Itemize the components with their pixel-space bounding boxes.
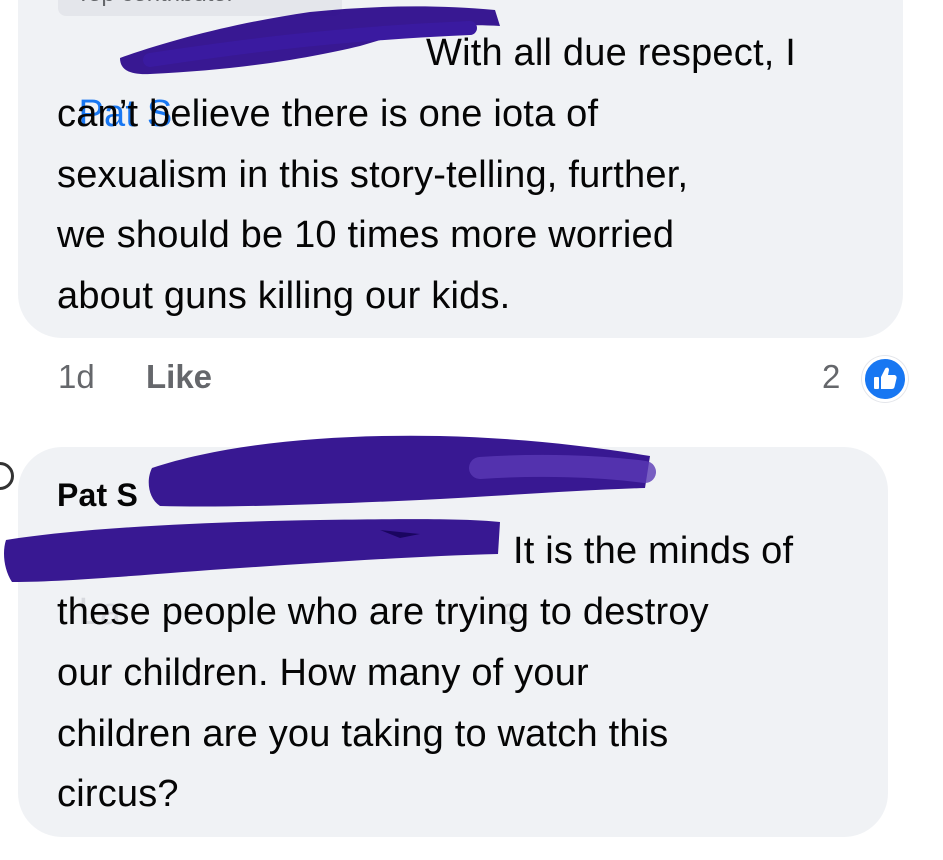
- comment-line: about guns killing our kids.: [57, 275, 511, 317]
- reaction-count[interactable]: 2: [822, 358, 840, 396]
- next-comment-stub: [58, 852, 238, 860]
- thumbs-up-icon: [874, 367, 897, 389]
- thumbs-up-icon[interactable]: [862, 356, 908, 402]
- comment-line: these people who are trying to destroy: [57, 591, 709, 633]
- comment-line: With all due respect, I: [426, 32, 796, 74]
- comment-line: It is the minds of: [513, 530, 794, 572]
- top-contributor-badge: Top contributor: [58, 0, 342, 16]
- comment-line: can’t believe there is one iota of: [57, 93, 599, 135]
- thread-connector-dot: [0, 462, 14, 490]
- comment-line: children are you taking to watch this: [57, 713, 669, 755]
- comment-line: we should be 10 times more worried: [57, 214, 675, 256]
- comment-line: circus?: [57, 773, 179, 815]
- comment-author[interactable]: Pat S: [57, 465, 138, 526]
- comment-line: sexualism in this story-telling, further…: [57, 154, 689, 196]
- like-button[interactable]: Like: [146, 358, 212, 396]
- comment-timestamp: 1d: [58, 358, 95, 395]
- comment-line: our children. How many of your: [57, 652, 589, 694]
